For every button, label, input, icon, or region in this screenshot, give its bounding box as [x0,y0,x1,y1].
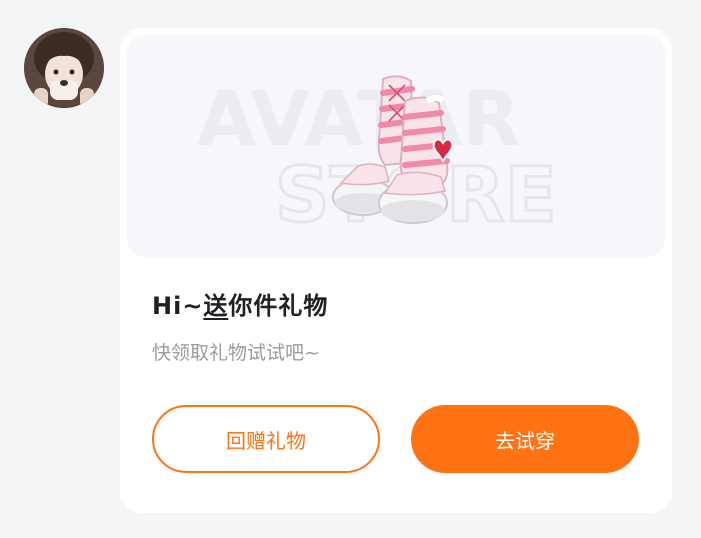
sender-avatar[interactable] [24,28,104,108]
title-highlight: 送 [203,292,229,320]
title-greeting: Hi~ [152,292,204,320]
leg-warmer-boots-icon [332,75,454,224]
gift-title: Hi~送你件礼物 [152,286,328,321]
gift-banner: AVATAR STORE [127,35,665,257]
return-gift-button[interactable]: 回赠礼物 [152,405,380,473]
try-on-label: 去试穿 [495,428,555,453]
gift-card: AVATAR STORE [120,28,672,513]
gift-subtitle: 快领取礼物试试吧~ [152,342,320,364]
return-gift-label: 回赠礼物 [226,428,306,453]
chat-gift-message: AVATAR STORE [0,0,701,538]
title-text: 你件礼物 [228,292,329,320]
try-on-button[interactable]: 去试穿 [411,405,639,473]
avatar-photo-icon [24,28,104,108]
